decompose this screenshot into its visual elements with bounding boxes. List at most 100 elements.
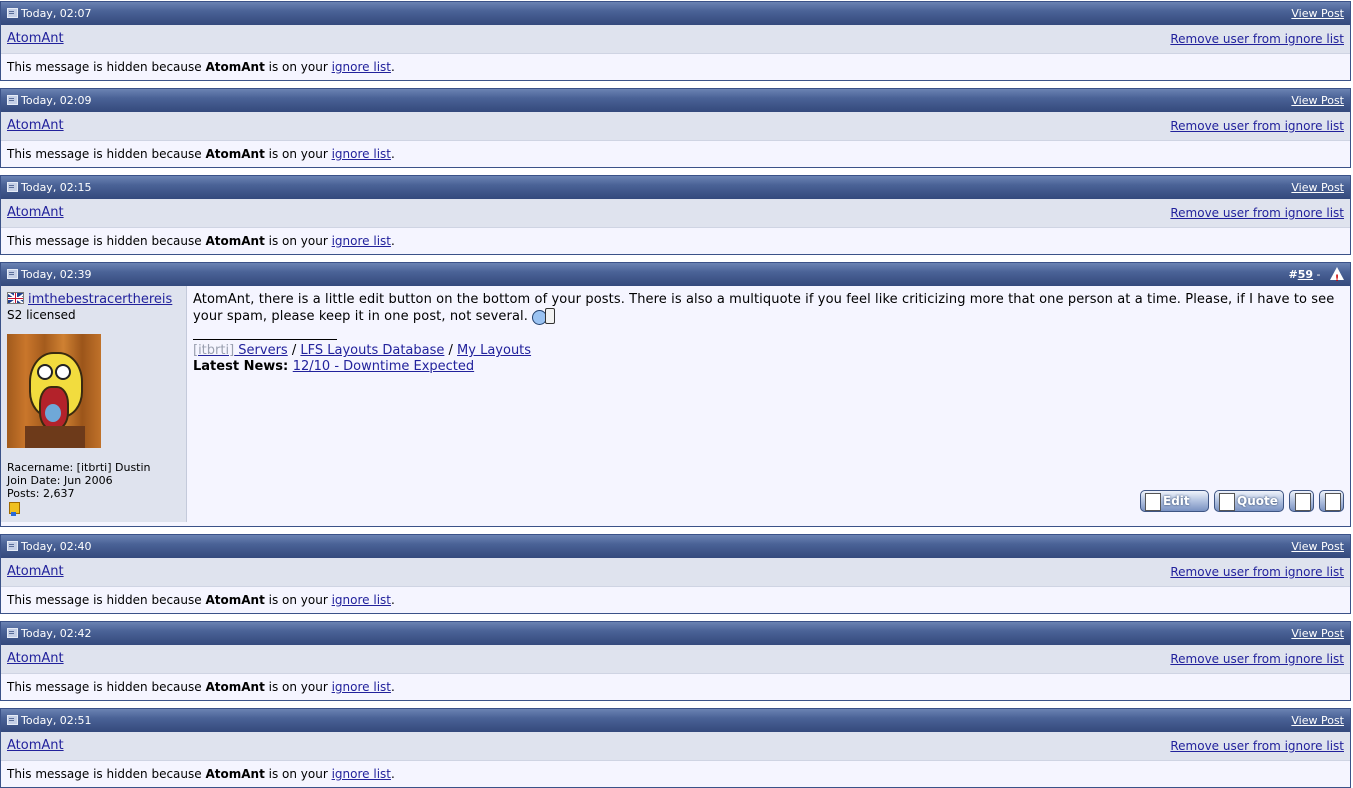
hidden-message: This message is hidden because AtomAnt i… [1,587,1350,613]
hidden-msg-mid: is on your [264,767,332,781]
hidden-msg-mid: is on your [264,147,332,161]
hidden-msg-end: . [390,234,395,248]
view-post-link[interactable]: View Post [1291,7,1344,20]
edit-label: Edit [1163,494,1190,508]
my-layouts-link[interactable]: My Layouts [457,343,531,358]
user-row: AtomAnt Remove user from ignore list [1,25,1350,54]
quick-reply-button[interactable] [1319,490,1344,512]
sig-servers: Servers [234,343,288,358]
hidden-message: This message is hidden because AtomAnt i… [1,228,1350,254]
post-message: AtomAnt, there is a little edit button o… [193,292,1344,325]
view-post-link[interactable]: View Post [1291,540,1344,553]
user-row: AtomAnt Remove user from ignore list [1,645,1350,674]
view-post-link[interactable]: View Post [1291,94,1344,107]
hidden-msg-user: AtomAnt [205,767,265,781]
post-time: Today, 02:39 [21,268,92,281]
post-icon [7,95,18,105]
multiquote-button[interactable] [1289,490,1314,512]
uk-flag-icon [7,292,24,304]
username-link[interactable]: AtomAnt [7,738,64,753]
post-message-text: AtomAnt, there is a little edit button o… [193,292,1335,324]
sig-sep-2: / [444,343,458,358]
hidden-msg-user: AtomAnt [205,593,265,607]
username-link[interactable]: AtomAnt [7,31,64,46]
layouts-db-link[interactable]: LFS Layouts Database [300,343,444,358]
remove-ignore-link[interactable]: Remove user from ignore list [1170,25,1344,53]
edit-button[interactable]: Edit [1140,490,1209,512]
quick-reply-icon [1325,493,1341,511]
post-time: Today, 02:07 [21,7,92,20]
hidden-msg-end: . [390,680,395,694]
avatar [7,334,101,448]
ignore-list-link[interactable]: ignore list [332,147,391,161]
post-header: Today, 02:40 View Post [1,535,1350,558]
hidden-msg-user: AtomAnt [205,147,265,161]
username-link[interactable]: AtomAnt [7,651,64,666]
post-hash: # [1288,268,1298,281]
servers-link[interactable]: [itbrti] Servers [193,343,288,358]
ignore-list-link[interactable]: ignore list [332,60,391,74]
remove-ignore-link[interactable]: Remove user from ignore list [1170,199,1344,227]
view-post-link[interactable]: View Post [1291,181,1344,194]
post-time: Today, 02:09 [21,94,92,107]
hidden-msg-user: AtomAnt [205,234,265,248]
ignore-list-link[interactable]: ignore list [332,593,391,607]
post-header: Today, 02:51 View Post [1,709,1350,732]
post-number-link[interactable]: 59 [1298,268,1313,281]
view-post-link[interactable]: View Post [1291,627,1344,640]
username-link[interactable]: AtomAnt [7,118,64,133]
reputation-icon [7,502,21,516]
report-post-icon[interactable] [1330,267,1344,291]
post-sep: - [1313,268,1324,281]
user-row: AtomAnt Remove user from ignore list [1,732,1350,761]
hidden-msg-mid: is on your [264,234,332,248]
hidden-msg-prefix: This message is hidden because [7,593,206,607]
edit-icon [1145,493,1161,511]
hidden-message: This message is hidden because AtomAnt i… [1,141,1350,167]
ignored-post: Today, 02:40 View Post AtomAnt Remove us… [0,534,1351,614]
join-date: Join Date: Jun 2006 [7,474,113,487]
quote-icon [1219,493,1235,511]
post-icon [7,269,18,279]
username-link[interactable]: AtomAnt [7,205,64,220]
poster-username-link[interactable]: imthebestracerthereis [28,292,172,307]
latest-news-label: Latest News: [193,359,293,374]
hidden-msg-user: AtomAnt [205,60,265,74]
remove-ignore-link[interactable]: Remove user from ignore list [1170,645,1344,673]
post-time: Today, 02:42 [21,627,92,640]
user-row: AtomAnt Remove user from ignore list [1,112,1350,141]
remove-ignore-link[interactable]: Remove user from ignore list [1170,112,1344,140]
post-actions: Edit Quote [1140,490,1344,512]
user-row: AtomAnt Remove user from ignore list [1,558,1350,587]
quote-button[interactable]: Quote [1214,490,1284,512]
username-link[interactable]: AtomAnt [7,564,64,579]
ignore-list-link[interactable]: ignore list [332,680,391,694]
signature-news: Latest News: 12/10 - Downtime Expected [193,359,1344,375]
remove-ignore-link[interactable]: Remove user from ignore list [1170,732,1344,760]
sig-sep-1: / [287,343,301,358]
post-time: Today, 02:40 [21,540,92,553]
remove-ignore-link[interactable]: Remove user from ignore list [1170,558,1344,586]
full-post: Today, 02:39 #59 - imthebestracerthereis… [0,262,1351,527]
ignore-list-link[interactable]: ignore list [332,767,391,781]
ignored-post: Today, 02:09 View Post AtomAnt Remove us… [0,88,1351,168]
post-header: Today, 02:07 View Post [1,2,1350,25]
hidden-msg-end: . [390,60,395,74]
ignore-list-link[interactable]: ignore list [332,234,391,248]
latest-news-link[interactable]: 12/10 - Downtime Expected [293,359,474,374]
hidden-msg-prefix: This message is hidden because [7,234,206,248]
ignored-post: Today, 02:51 View Post AtomAnt Remove us… [0,708,1351,788]
sig-tag: [itbrti] [193,343,235,358]
ignored-post: Today, 02:15 View Post AtomAnt Remove us… [0,175,1351,255]
hidden-msg-user: AtomAnt [205,680,265,694]
post-time: Today, 02:15 [21,181,92,194]
view-post-link[interactable]: View Post [1291,714,1344,727]
post-count: Posts: 2,637 [7,487,75,500]
post-time: Today, 02:51 [21,714,92,727]
hidden-message: This message is hidden because AtomAnt i… [1,761,1350,787]
post-icon [7,715,18,725]
post-header: Today, 02:15 View Post [1,176,1350,199]
hidden-msg-prefix: This message is hidden because [7,767,206,781]
hidden-msg-prefix: This message is hidden because [7,680,206,694]
post-body: imthebestracerthereis S2 licensed Racern… [1,286,1350,522]
